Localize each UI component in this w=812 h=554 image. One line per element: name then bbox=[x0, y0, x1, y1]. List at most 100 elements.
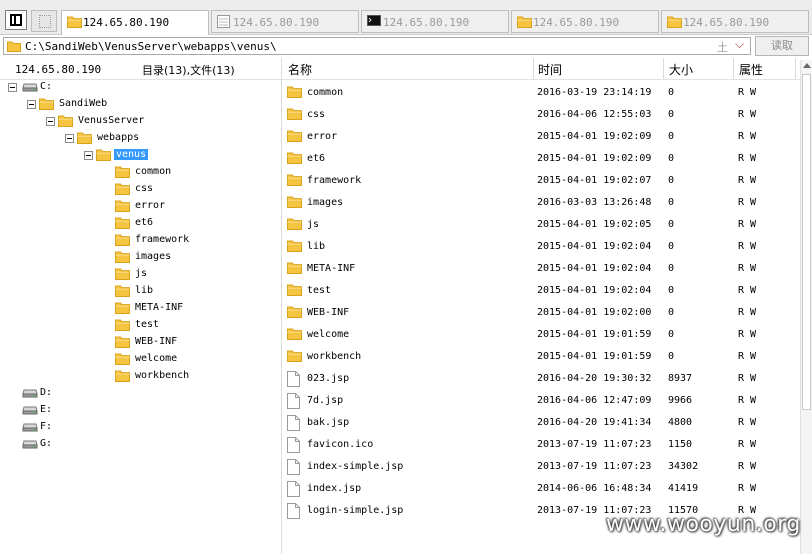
file-row[interactable]: images 2016-03-03 13:26:48 0 R W bbox=[282, 192, 798, 214]
tree-item[interactable]: test bbox=[0, 318, 280, 333]
file-row[interactable]: framework 2015-04-01 19:02:07 0 R W bbox=[282, 170, 798, 192]
address-bar[interactable]: C:\SandiWeb\VenusServer\webapps\venus\ 土… bbox=[3, 37, 751, 55]
tree-item[interactable]: js bbox=[0, 267, 280, 282]
tree-item[interactable]: G: bbox=[0, 437, 280, 452]
file-row[interactable]: et6 2015-04-01 19:02:09 0 R W bbox=[282, 148, 798, 170]
tree-item[interactable]: css bbox=[0, 182, 280, 197]
collapse-toggle-icon[interactable] bbox=[65, 134, 74, 143]
tree-item[interactable]: et6 bbox=[0, 216, 280, 231]
file-row[interactable]: error 2015-04-01 19:02:09 0 R W bbox=[282, 126, 798, 148]
file-time: 2013-07-19 11:07:23 bbox=[537, 461, 652, 472]
file-size: 8937 bbox=[668, 373, 693, 384]
folder-icon bbox=[115, 335, 130, 351]
panel-icon bbox=[10, 14, 22, 26]
drive-icon bbox=[22, 403, 38, 418]
tree-item-label: workbench bbox=[135, 370, 190, 381]
tree-item[interactable]: META-INF bbox=[0, 301, 280, 316]
folder-icon bbox=[115, 216, 130, 232]
tree-item[interactable]: workbench bbox=[0, 369, 280, 384]
file-name: favicon.ico bbox=[307, 439, 374, 450]
file-attr: R W bbox=[738, 285, 757, 296]
column-header-name[interactable]: 名称 bbox=[288, 61, 312, 82]
tab-1[interactable]: 124.65.80.190 bbox=[61, 10, 209, 35]
file-size: 0 bbox=[668, 131, 675, 142]
file-row[interactable]: 023.jsp 2016-04-20 19:30:32 8937 R W bbox=[282, 368, 798, 390]
collapse-toggle-icon[interactable] bbox=[27, 100, 36, 109]
file-row[interactable]: lib 2015-04-01 19:02:04 0 R W bbox=[282, 236, 798, 258]
tree-item[interactable]: D: bbox=[0, 386, 280, 401]
tab-4[interactable]: 124.65.80.190 bbox=[511, 10, 659, 33]
folder-icon bbox=[7, 40, 21, 55]
file-row[interactable]: bak.jsp 2016-04-20 19:41:34 4800 R W bbox=[282, 412, 798, 434]
file-size: 1150 bbox=[668, 439, 693, 450]
tree-item[interactable]: F: bbox=[0, 420, 280, 435]
file-row[interactable]: 7d.jsp 2016-04-06 12:47:09 9966 R W bbox=[282, 390, 798, 412]
folder-icon bbox=[39, 97, 54, 113]
tree-item[interactable]: lib bbox=[0, 284, 280, 299]
file-row[interactable]: css 2016-04-06 12:55:03 0 R W bbox=[282, 104, 798, 126]
file-row[interactable]: welcome 2015-04-01 19:01:59 0 R W bbox=[282, 324, 798, 346]
file-attr: R W bbox=[738, 175, 757, 186]
file-row[interactable]: common 2016-03-19 23:14:19 0 R W bbox=[282, 82, 798, 104]
file-size: 9966 bbox=[668, 395, 693, 406]
column-header-size[interactable]: 大小 bbox=[669, 61, 693, 82]
tree-item[interactable]: WEB-INF bbox=[0, 335, 280, 350]
column-divider[interactable] bbox=[663, 58, 664, 79]
folder-icon bbox=[77, 131, 92, 147]
collapse-toggle-icon[interactable] bbox=[84, 151, 93, 160]
column-divider[interactable] bbox=[795, 58, 796, 79]
file-attr: R W bbox=[738, 219, 757, 230]
column-header-attr[interactable]: 属性 bbox=[739, 61, 763, 82]
file-name: 7d.jsp bbox=[307, 395, 344, 406]
file-row[interactable]: test 2015-04-01 19:02:04 0 R W bbox=[282, 280, 798, 302]
chevron-down-icon[interactable]: ⌵ bbox=[735, 37, 744, 52]
tree-item-label: error bbox=[135, 200, 166, 211]
file-row[interactable]: js 2015-04-01 19:02:05 0 R W bbox=[282, 214, 798, 236]
collapse-toggle-icon[interactable] bbox=[46, 117, 55, 126]
tab-label: 124.65.80.190 bbox=[233, 16, 320, 29]
tree-item[interactable]: framework bbox=[0, 233, 280, 248]
tree-item-label: D: bbox=[40, 387, 53, 398]
file-row[interactable]: index.jsp 2014-06-06 16:48:34 41419 R W bbox=[282, 478, 798, 500]
new-tab-button[interactable] bbox=[31, 10, 57, 32]
column-header-time[interactable]: 时间 bbox=[538, 61, 562, 82]
tab-5[interactable]: 124.65.80.190 bbox=[661, 10, 809, 33]
file-size: 0 bbox=[668, 307, 675, 318]
tree-item[interactable]: common bbox=[0, 165, 280, 180]
read-button[interactable]: 读取 bbox=[755, 36, 809, 56]
tree-item[interactable]: webapps bbox=[0, 131, 280, 146]
tree-item[interactable]: E: bbox=[0, 403, 280, 418]
file-row[interactable]: index-simple.jsp 2013-07-19 11:07:23 34302… bbox=[282, 456, 798, 478]
tree-item[interactable]: SandiWeb bbox=[0, 97, 280, 112]
tree-item[interactable]: VenusServer bbox=[0, 114, 280, 129]
file-row[interactable]: WEB-INF 2015-04-01 19:02:00 0 R W bbox=[282, 302, 798, 324]
vertical-scrollbar[interactable] bbox=[800, 60, 812, 554]
file-size: 41419 bbox=[668, 483, 699, 494]
folder-icon bbox=[287, 283, 302, 299]
file-name: login-simple.jsp bbox=[307, 505, 404, 516]
tree-item-label: et6 bbox=[135, 217, 154, 228]
tab-3[interactable]: 124.65.80.190 bbox=[361, 10, 509, 33]
column-divider[interactable] bbox=[533, 58, 534, 79]
file-name: images bbox=[307, 197, 344, 208]
scroll-up-icon[interactable] bbox=[803, 63, 811, 68]
file-size: 0 bbox=[668, 175, 675, 186]
file-row[interactable]: favicon.ico 2013-07-19 11:07:23 1150 R W bbox=[282, 434, 798, 456]
file-size: 0 bbox=[668, 351, 675, 362]
address-path[interactable]: C:\SandiWeb\VenusServer\webapps\venus\ bbox=[25, 40, 277, 53]
collapse-toggle-icon[interactable] bbox=[8, 83, 17, 92]
file-row[interactable]: META-INF 2015-04-01 19:02:04 0 R W bbox=[282, 258, 798, 280]
folder-icon bbox=[115, 318, 130, 334]
tree-item[interactable]: images bbox=[0, 250, 280, 265]
scrollbar-thumb[interactable] bbox=[802, 74, 811, 410]
tree-item[interactable]: welcome bbox=[0, 352, 280, 367]
tab-2[interactable]: 124.65.80.190 bbox=[211, 10, 359, 33]
file-row[interactable]: workbench 2015-04-01 19:01:59 0 R W bbox=[282, 346, 798, 368]
toggle-panel-button[interactable] bbox=[5, 10, 27, 30]
tree-item[interactable]: error bbox=[0, 199, 280, 214]
up-level-button[interactable]: 土 bbox=[717, 39, 728, 55]
column-divider[interactable] bbox=[733, 58, 734, 79]
tree-item[interactable]: venus bbox=[0, 148, 280, 163]
file-time: 2015-04-01 19:01:59 bbox=[537, 329, 652, 340]
tree-item[interactable]: C: bbox=[0, 80, 280, 95]
